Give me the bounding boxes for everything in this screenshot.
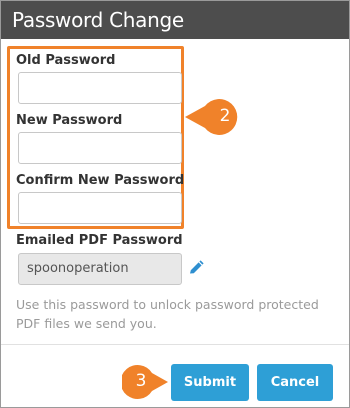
submit-button[interactable]: Submit [171,364,249,401]
callout-3-number: 3 [135,371,147,391]
old-password-label: Old Password [16,53,116,68]
dialog-title: Password Change [12,8,184,32]
old-password-field[interactable] [18,72,182,104]
step-callout-2: 2 [183,98,245,136]
confirm-password-field[interactable] [18,192,182,224]
step-callout-3: 3 [120,364,170,400]
confirm-password-label: Confirm New Password [16,173,185,188]
password-change-dialog: Password Change Old Password New Passwor… [0,0,350,408]
new-password-label: New Password [16,113,123,128]
pdf-password-help-text: Use this password to unlock password pro… [16,297,319,331]
pencil-icon[interactable] [186,258,206,278]
emailed-pdf-password-field: spoonoperation [18,253,182,285]
cancel-button[interactable]: Cancel [257,364,333,401]
callout-2-number: 2 [219,106,231,126]
dialog-header: Password Change [1,1,349,39]
emailed-pdf-password-label: Emailed PDF Password [16,233,183,248]
footer-divider [1,344,349,345]
new-password-field[interactable] [18,132,182,164]
